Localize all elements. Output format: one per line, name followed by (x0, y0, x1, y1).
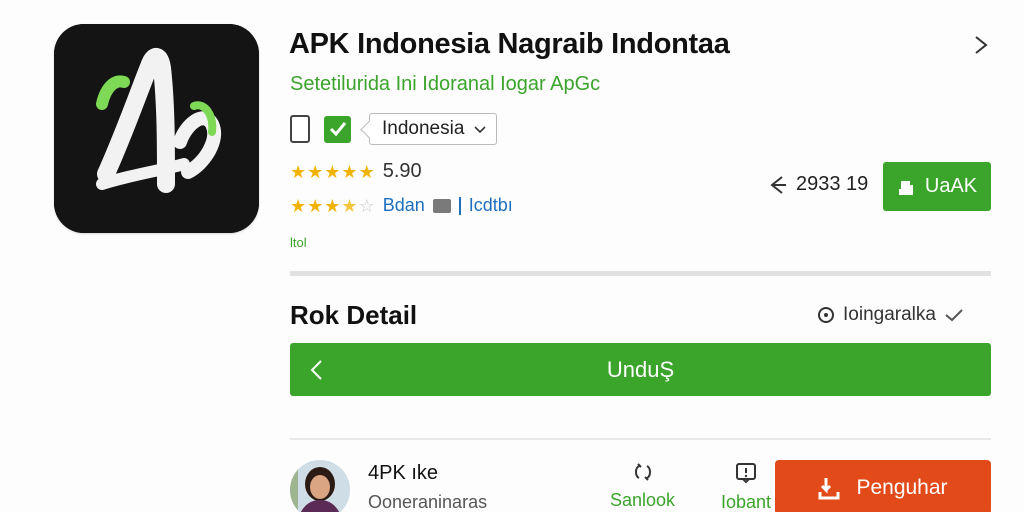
download-bar-button[interactable]: UnduŞ (290, 343, 991, 396)
rating-stars-primary: ★ ★ ★ ★ ★ (290, 163, 375, 181)
install-button-label: UaAK (924, 175, 978, 197)
download-count-value: 2933 19 (796, 173, 869, 195)
download-arrow-icon (770, 175, 786, 194)
share-icon (634, 463, 651, 481)
star-icon: ★ (307, 161, 324, 182)
install-button[interactable]: UaAK (883, 162, 991, 211)
language-select-value: Indonesia (382, 118, 465, 139)
star-icon: ★ (307, 195, 324, 216)
detail-status-label: Ioingaralkа (843, 304, 936, 325)
rating-row-primary: ★ ★ ★ ★ ★ 5.90 (290, 160, 422, 183)
chevron-down-icon (474, 118, 486, 140)
language-select[interactable]: Indonesia (369, 113, 498, 145)
report-action[interactable]: Iobant (721, 462, 771, 512)
mail-icon (432, 198, 451, 213)
divider (458, 196, 461, 215)
primary-action-label: Penguhar (856, 475, 948, 499)
rating-stars-secondary: ★ ★ ★ ★ ☆ (290, 197, 375, 215)
share-action[interactable]: Sanlook (610, 462, 675, 511)
report-action-label: Iobant (721, 492, 772, 512)
app-detail-page: APK Indonesia Nagraib Indontaa Setetilur… (0, 0, 1024, 512)
check-icon[interactable] (324, 115, 351, 143)
star-empty-icon: ☆ (358, 195, 375, 216)
star-icon: ★ (341, 161, 358, 182)
section-divider (290, 438, 991, 440)
download-bar-label: UnduŞ (606, 357, 675, 382)
close-icon[interactable] (966, 30, 996, 60)
app-title: APK Indonesia Nagraib Indontaa (289, 28, 730, 60)
app-subtitle: Setetilurida Ini Idoranal Iogar ApGc (290, 73, 601, 95)
rating-score: 5.90 (382, 160, 422, 182)
rating-row-secondary: ★ ★ ★ ★ ☆ Bdan Icdtbı (290, 195, 513, 216)
app-tag: ltol (290, 235, 307, 250)
download-icon (818, 477, 840, 499)
author-name: 4PK ıke (368, 462, 439, 484)
download-count: 2933 19 (768, 173, 868, 196)
author-subtitle: Ooneraninaras (368, 492, 488, 512)
star-icon: ★ (290, 195, 307, 216)
avatar[interactable] (290, 460, 350, 512)
check-mark-icon (945, 309, 963, 322)
star-half-icon: ★ (341, 195, 358, 216)
hand-icon (898, 180, 913, 195)
section-divider (290, 271, 991, 276)
star-icon: ★ (358, 161, 375, 182)
app-logo-icon (54, 24, 259, 233)
clock-icon (818, 307, 834, 323)
flag-icon (736, 463, 757, 484)
detail-status[interactable]: Ioingaralkа (817, 304, 964, 326)
section-title: Rok Detail (290, 300, 418, 330)
share-action-label: Sanlook (610, 490, 676, 510)
meta-row: Indonesia (290, 113, 498, 145)
rating-link-secondary[interactable]: Icdtbı (469, 195, 513, 216)
rating-link-primary[interactable]: Bdan (383, 195, 425, 216)
phone-icon (290, 115, 310, 143)
primary-action-button[interactable]: Penguhar (775, 460, 991, 512)
star-icon: ★ (324, 161, 341, 182)
star-icon: ★ (324, 195, 341, 216)
star-icon: ★ (290, 161, 307, 182)
